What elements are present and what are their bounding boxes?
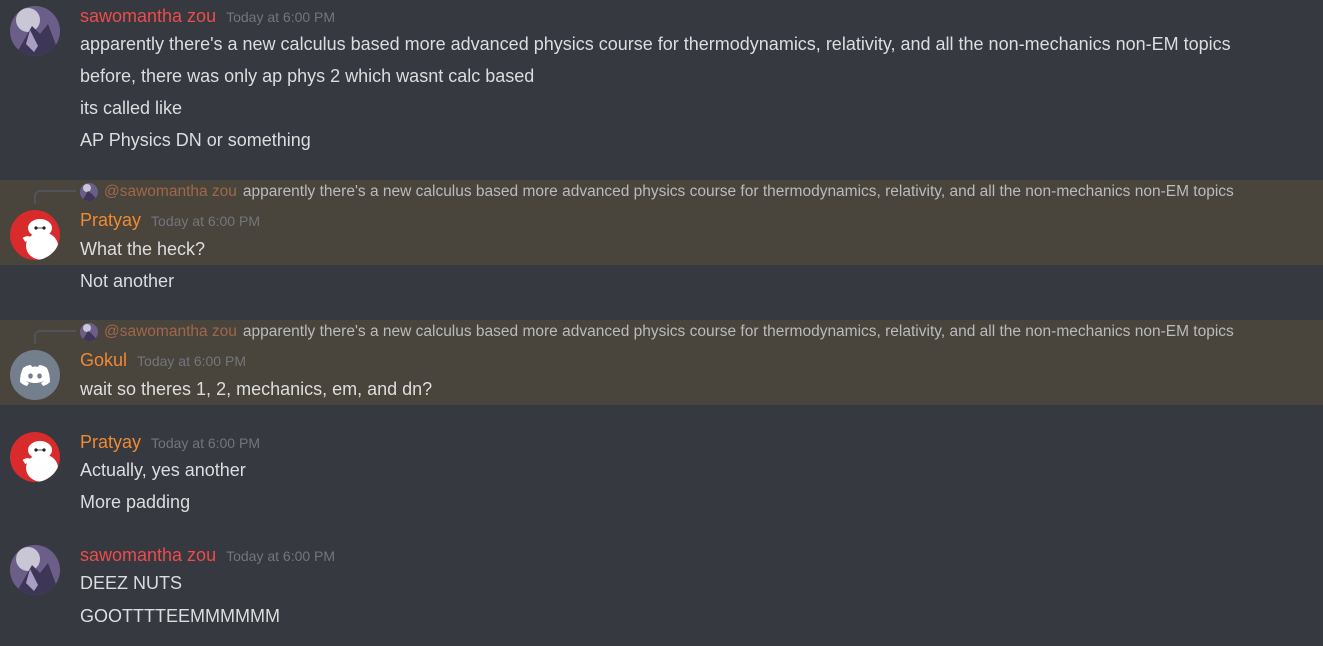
timestamp: Today at 6:00 PM: [226, 548, 336, 564]
author-name[interactable]: Pratyay: [80, 432, 141, 452]
message-mentioned: @sawomantha zou apparently there's a new…: [0, 320, 1323, 405]
timestamp: Today at 6:00 PM: [226, 9, 336, 25]
avatar[interactable]: [10, 432, 60, 482]
message-text: before, there was only ap phys 2 which w…: [80, 66, 535, 86]
author-name[interactable]: sawomantha zou: [80, 545, 216, 565]
avatar[interactable]: [10, 350, 60, 400]
reply-mention[interactable]: @sawomantha zou: [104, 322, 237, 342]
author-name[interactable]: Gokul: [80, 350, 127, 370]
message: sawomantha zou Today at 6:00 PM DEEZ NUTS…: [0, 540, 1323, 640]
reply-avatar: [80, 323, 98, 341]
message-text: What the heck?: [80, 239, 206, 259]
reply-spine: [34, 330, 76, 344]
timestamp: Today at 6:00 PM: [151, 213, 260, 229]
timestamp: Today at 6:00 PM: [137, 353, 246, 369]
message-text: Actually, yes another: [80, 460, 246, 480]
message: sawomantha zou Today at 6:00 PM apparentl…: [0, 0, 1323, 170]
message-text: wait so theres 1, 2, mechanics, em, and …: [80, 379, 433, 399]
author-name[interactable]: sawomantha zou: [80, 6, 216, 26]
message-text: AP Physics DN or something: [80, 130, 311, 150]
reply-text: apparently there's a new calculus based …: [242, 323, 1234, 340]
reply-preview[interactable]: @sawomantha zou apparently there's a new…: [80, 322, 1234, 342]
message-text: its called like: [80, 98, 183, 118]
message: Pratyay Today at 6:00 PM Actually, yes an…: [0, 425, 1323, 525]
message: Pratyay Today at 6:00 PM What the heck? N…: [0, 180, 1323, 300]
avatar[interactable]: [10, 545, 60, 595]
avatar[interactable]: [10, 6, 60, 56]
avatar[interactable]: [10, 210, 60, 260]
message-text: More padding: [80, 492, 191, 512]
timestamp: Today at 6:00 PM: [151, 435, 260, 451]
chat-messages: sawomantha zou Today at 6:00 PM apparentl…: [0, 0, 1323, 646]
message-text: DEEZ NUTS: [80, 573, 183, 593]
message-text: apparently there's a new calculus based …: [80, 34, 1231, 54]
message-text: Not another: [80, 271, 175, 291]
message-text: GOOTTTTEEMMMMMM: [80, 606, 280, 626]
author-name[interactable]: Pratyay: [80, 210, 141, 230]
